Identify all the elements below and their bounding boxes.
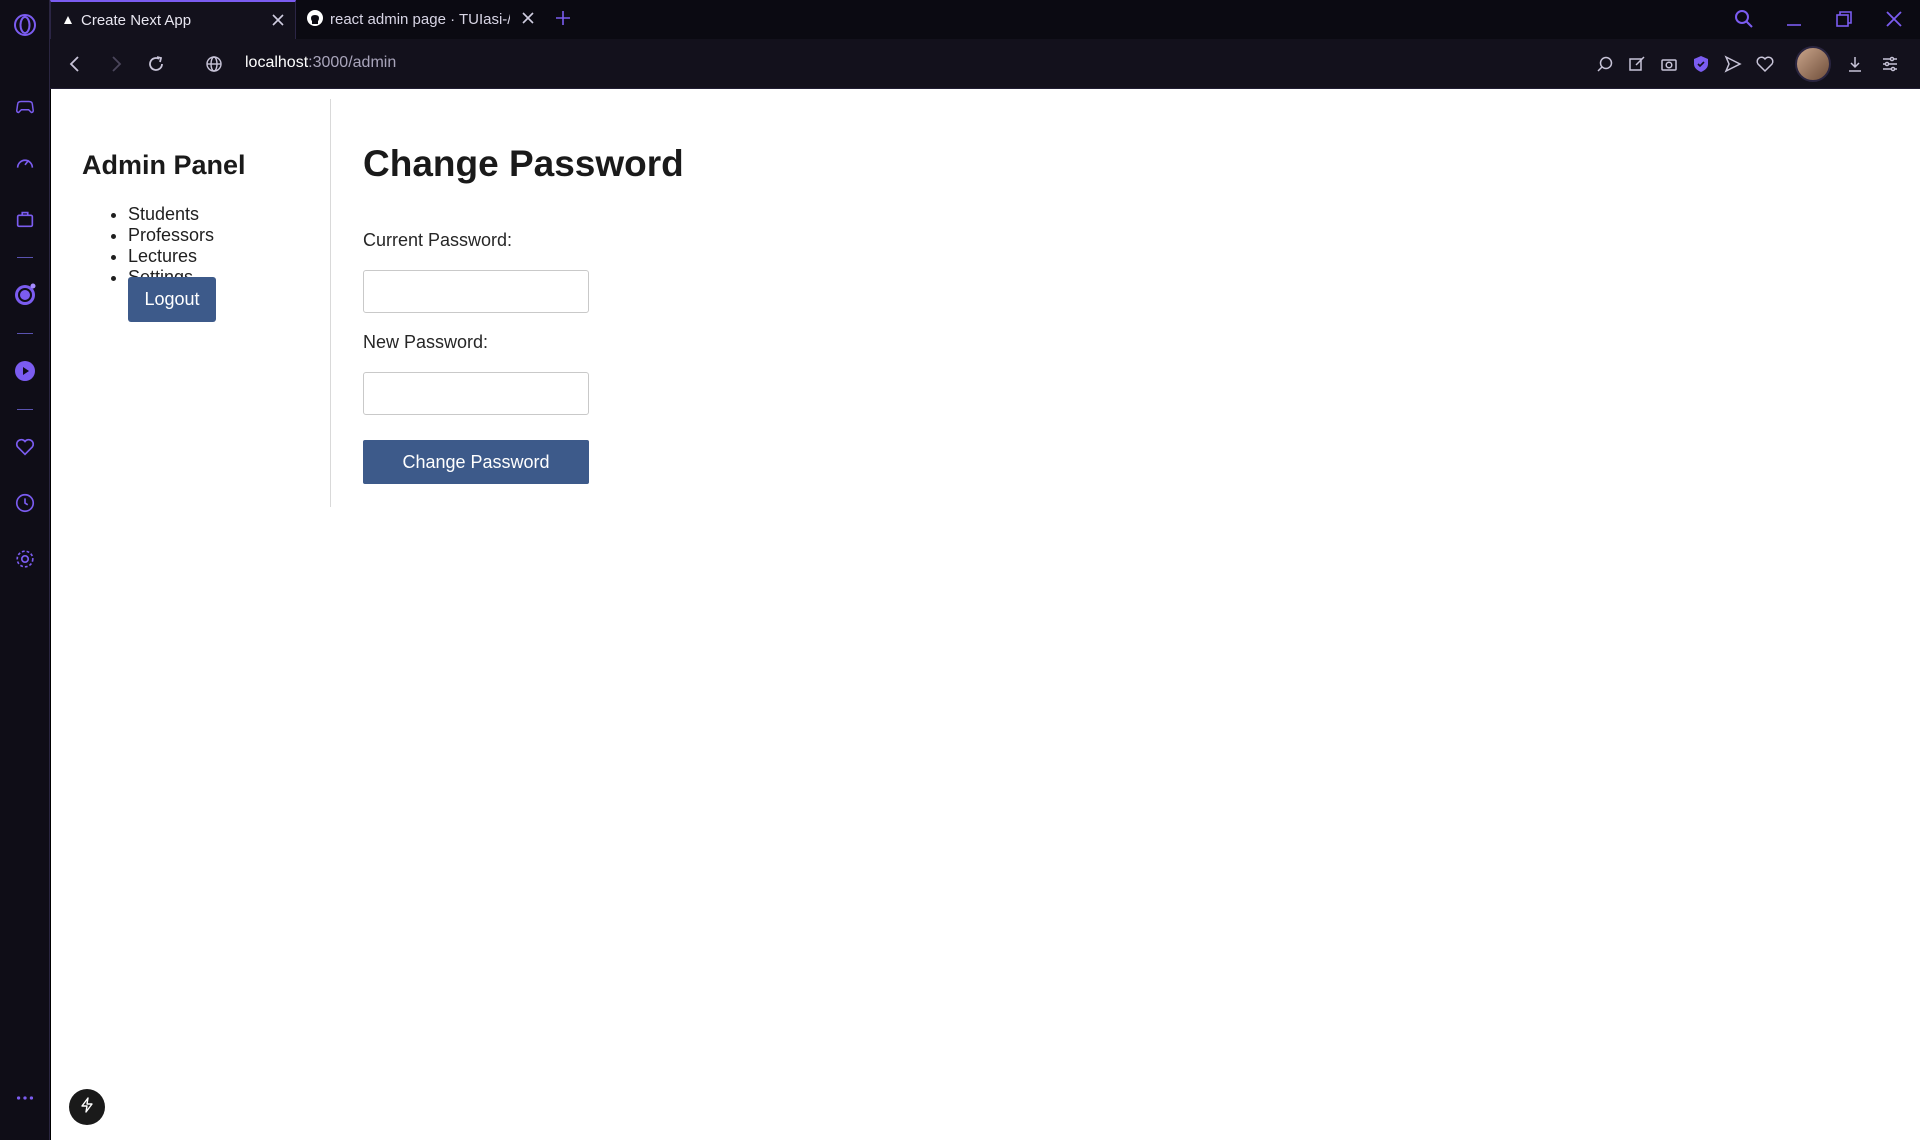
more-icon[interactable] [12,1085,38,1111]
url-path: :3000/admin [308,54,397,71]
url-host: localhost [245,54,309,71]
current-password-label: Current Password: [363,230,513,250]
tab-title: Create Next App [81,12,192,29]
nav-item-students[interactable]: Students [128,204,214,225]
restore-icon[interactable] [1833,8,1855,30]
close-tab-icon[interactable] [519,9,537,27]
avatar[interactable] [1795,46,1831,82]
change-password-button[interactable]: Change Password [363,440,589,484]
current-password-field[interactable] [363,270,589,313]
new-password-label: New Password: [363,332,489,352]
speed-dial-icon[interactable] [12,150,38,176]
page-title: Change Password [363,143,684,184]
download-icon[interactable] [1844,53,1866,75]
browser-sidebar [0,0,50,1140]
briefcase-icon[interactable] [12,206,38,232]
search-tabs-icon[interactable] [1733,8,1755,30]
admin-panel-title: Admin Panel [82,150,246,180]
tab-react-admin-page[interactable]: react admin page · TUIasi-/ [297,0,545,39]
new-tab-icon[interactable] [552,7,574,34]
tab-title: react admin page · TUIasi-/ [330,11,510,28]
logout-button[interactable]: Logout [128,277,216,322]
next-dev-indicator[interactable] [69,1089,105,1125]
address-bar: localhost:3000/admin [50,39,1920,89]
forward-icon[interactable] [105,53,127,75]
bookmark-heart-icon[interactable] [1754,53,1776,75]
sidebar-separator [17,257,33,258]
history-icon[interactable] [12,490,38,516]
edit-share-icon[interactable] [1626,53,1648,75]
tab-create-next-app[interactable]: Create Next App [50,0,296,39]
lightning-icon [79,1096,95,1118]
music-player-icon[interactable] [12,358,38,384]
settings-icon[interactable] [12,546,38,572]
minimize-icon[interactable] [1783,8,1805,30]
admin-sidebar: Admin Panel Students Professors Lectures… [51,99,331,507]
whatsapp-icon[interactable] [12,282,38,308]
heart-icon[interactable] [12,434,38,460]
admin-nav-list: Students Professors Lectures Settings [128,204,214,288]
lens-icon[interactable] [1594,53,1616,75]
triangle-icon [63,12,73,29]
close-window-icon[interactable] [1883,8,1905,30]
opera-logo-icon[interactable] [12,12,38,38]
camera-icon[interactable] [1658,53,1680,75]
url-field[interactable]: localhost:3000/admin [245,54,396,72]
close-tab-icon[interactable] [269,11,287,29]
shield-icon[interactable] [1690,53,1712,75]
easy-setup-icon[interactable] [1879,53,1901,75]
reload-icon[interactable] [145,53,167,75]
nav-item-professors[interactable]: Professors [128,225,214,246]
back-icon[interactable] [64,53,86,75]
nav-item-lectures[interactable]: Lectures [128,246,214,267]
page-content: Admin Panel Students Professors Lectures… [51,89,1920,1140]
gamepad-icon[interactable] [12,94,38,120]
sidebar-separator [17,409,33,410]
github-icon [306,9,324,31]
send-icon[interactable] [1722,53,1744,75]
site-info-icon[interactable] [203,53,225,75]
tab-bar: Create Next App react admin page · TUIas… [50,0,1920,39]
sidebar-separator [17,333,33,334]
new-password-field[interactable] [363,372,589,415]
